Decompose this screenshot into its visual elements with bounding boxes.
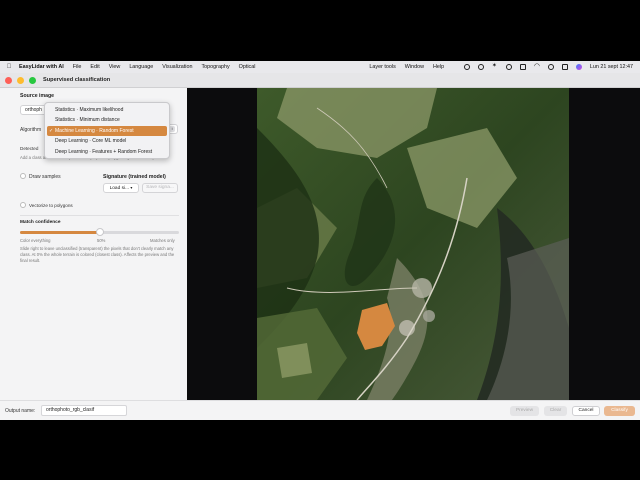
chevron-down-icon: ▾ xyxy=(130,185,133,190)
match-description: Slide right to leave unclassified (trans… xyxy=(20,246,175,263)
option-label: Statistics · Minimum distance xyxy=(55,117,120,124)
wifi-icon[interactable] xyxy=(534,62,540,70)
status-gear-icon[interactable] xyxy=(477,64,484,70)
settings-panel: Source image orthoph Algorithm ↕ Detecte… xyxy=(0,88,187,400)
detected-label: Detected xyxy=(20,146,39,151)
menu-view[interactable]: View xyxy=(109,64,121,70)
orthophoto-image[interactable] xyxy=(257,88,569,400)
option-label: Statistics · Maximum likelihood xyxy=(55,107,124,113)
save-signature-button[interactable]: Save signa... xyxy=(142,183,178,193)
menu-window[interactable]: Window xyxy=(405,64,424,70)
menu-option-max-likelihood[interactable]: Statistics · Maximum likelihood xyxy=(47,105,167,115)
option-label: Machine Learning · Random Forest xyxy=(55,127,134,134)
image-viewer[interactable] xyxy=(187,88,640,400)
menu-optical[interactable]: Optical xyxy=(239,64,256,70)
vectorize-checkbox[interactable] xyxy=(20,202,26,208)
menu-visualization[interactable]: Visualization xyxy=(162,64,192,70)
match-confidence-heading: Match confidence xyxy=(20,220,61,225)
menu-edit[interactable]: Edit xyxy=(90,64,99,70)
source-image-heading: Source image xyxy=(20,93,55,99)
menu-topography[interactable]: Topography xyxy=(201,64,229,70)
close-window-button[interactable] xyxy=(5,76,12,84)
slider-knob[interactable] xyxy=(95,228,104,236)
zoom-window-button[interactable] xyxy=(29,76,36,84)
slider-max-label: Matches only xyxy=(150,238,175,243)
match-confidence-slider[interactable] xyxy=(20,228,179,236)
draw-samples-label: Draw samples xyxy=(29,174,61,180)
cancel-button[interactable]: Cancel xyxy=(572,406,600,416)
slider-min-label: Color everything xyxy=(20,238,51,243)
clear-button[interactable]: Clear xyxy=(544,406,567,416)
option-label: Deep Learning · Core ML model xyxy=(55,138,127,145)
battery-icon[interactable] xyxy=(519,64,526,70)
preview-button[interactable]: Preview xyxy=(510,406,539,416)
menu-option-min-distance[interactable]: Statistics · Minimum distance xyxy=(47,115,167,125)
signature-heading: Signature (trained model) xyxy=(103,174,166,180)
menu-option-features-rf[interactable]: Deep Learning · Features + Random Forest xyxy=(47,147,167,157)
status-play-icon[interactable] xyxy=(505,64,512,70)
title-bar: Supervised classification xyxy=(0,73,640,88)
menu-help[interactable]: Help xyxy=(433,64,444,70)
slider-fill xyxy=(20,231,100,234)
menu-file[interactable]: File xyxy=(73,64,82,70)
bottom-bar: Output name: orthophoto_rgb_clasif Previ… xyxy=(0,400,640,420)
vectorize-label: Vectorize to polygons xyxy=(29,203,73,208)
bluetooth-icon[interactable] xyxy=(492,62,498,70)
classification-window: Supervised classification Source image o… xyxy=(0,73,640,420)
apple-icon[interactable]:  xyxy=(5,64,13,70)
menu-option-core-ml[interactable]: Deep Learning · Core ML model xyxy=(47,136,167,146)
menu-option-random-forest[interactable]: ✓ Machine Learning · Random Forest xyxy=(47,125,167,137)
checkmark-icon: ✓ xyxy=(49,127,54,134)
slider-value-label: 50% xyxy=(97,238,106,243)
source-image-value: orthoph xyxy=(25,107,42,113)
output-name-label: Output name: xyxy=(5,408,36,414)
siri-icon[interactable] xyxy=(575,64,582,70)
menu-app-name[interactable]: EasyLidar with AI xyxy=(19,64,64,70)
menubar-clock[interactable]: Lun 21 sept 12:47 xyxy=(590,64,633,70)
window-title: Supervised classification xyxy=(43,77,111,83)
load-signature-button[interactable]: Load si... ▾ xyxy=(103,183,139,193)
classify-button[interactable]: Classify xyxy=(604,406,635,416)
spotlight-search-icon[interactable] xyxy=(547,64,554,70)
screen:  EasyLidar with AI File Edit View Langu… xyxy=(0,0,640,480)
algorithm-label: Algorithm xyxy=(20,127,42,133)
minimize-window-button[interactable] xyxy=(17,76,24,84)
divider xyxy=(20,215,179,216)
draw-samples-radio[interactable] xyxy=(20,173,26,179)
status-area: Lun 21 sept 12:47 xyxy=(463,61,633,73)
algorithm-menu: Statistics · Maximum likelihood Statisti… xyxy=(44,102,170,159)
menu-layer-tools[interactable]: Layer tools xyxy=(369,64,395,70)
control-center-icon[interactable] xyxy=(561,64,568,70)
menu-language[interactable]: Language xyxy=(129,64,153,70)
load-signature-label: Load si... xyxy=(109,186,130,191)
menu-bar:  EasyLidar with AI File Edit View Langu… xyxy=(0,61,640,73)
output-name-field[interactable]: orthophoto_rgb_clasif xyxy=(41,405,127,416)
status-app-icon[interactable] xyxy=(463,64,470,70)
option-label: Deep Learning · Features + Random Forest xyxy=(55,148,153,155)
